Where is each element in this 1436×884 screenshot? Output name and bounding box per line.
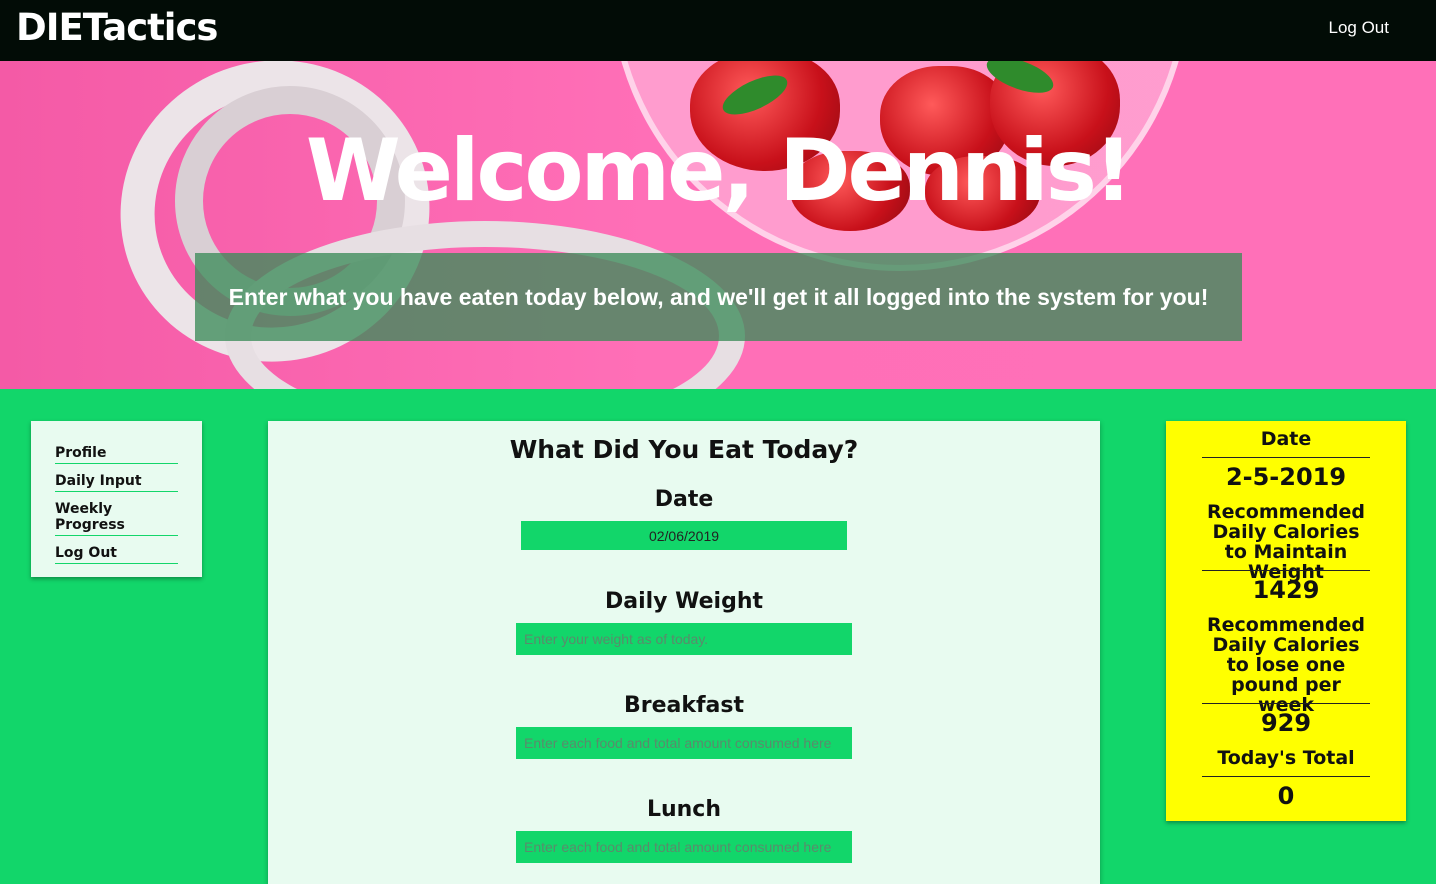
sidenav-item-log-out[interactable]: Log Out <box>55 541 178 564</box>
food-entry-form: What Did You Eat Today? Date Daily Weigh… <box>268 421 1100 884</box>
date-label: Date <box>654 487 714 512</box>
daily-weight-label: Daily Weight <box>604 589 764 614</box>
lose-calories-label: Recommended Daily Calories to lose one p… <box>1207 614 1365 716</box>
date-input[interactable] <box>521 521 847 550</box>
lose-calories-value: 929 <box>1260 709 1312 737</box>
hero-banner: Welcome, Dennis! Enter what you have eat… <box>0 61 1436 389</box>
sidenav-item-profile[interactable]: Profile <box>55 441 178 464</box>
navbar-logout-link[interactable]: Log Out <box>1329 18 1390 38</box>
divider <box>1202 776 1370 777</box>
divider <box>1202 703 1370 704</box>
top-navbar: DIETactics Log Out <box>0 0 1436 61</box>
maintain-calories-value: 1429 <box>1252 576 1320 604</box>
welcome-heading: Welcome, Dennis! <box>305 121 1133 221</box>
lunch-label: Lunch <box>646 797 722 822</box>
side-navigation: Profile Daily Input Weekly Progress Log … <box>31 421 202 577</box>
form-title: What Did You Eat Today? <box>509 435 859 464</box>
breakfast-input[interactable] <box>516 727 852 759</box>
todays-total-value: 0 <box>1277 782 1295 810</box>
stats-date-label: Date <box>1260 428 1312 450</box>
todays-total-label: Today's Total <box>1217 747 1355 769</box>
sidenav-item-daily-input[interactable]: Daily Input <box>55 469 178 492</box>
hero-subtitle: Enter what you have eaten today below, a… <box>195 253 1242 341</box>
sidenav-item-weekly-progress[interactable]: Weekly Progress <box>55 497 178 536</box>
breakfast-label: Breakfast <box>623 693 745 718</box>
stats-date-value: 2-5-2019 <box>1225 463 1347 491</box>
divider <box>1202 570 1370 571</box>
lunch-input[interactable] <box>516 831 852 863</box>
divider <box>1202 457 1370 458</box>
daily-weight-input[interactable] <box>516 623 852 655</box>
brand-logo[interactable]: DIETactics <box>16 6 218 49</box>
calorie-stats-card: Date 2-5-2019 Recommended Daily Calories… <box>1166 421 1406 821</box>
